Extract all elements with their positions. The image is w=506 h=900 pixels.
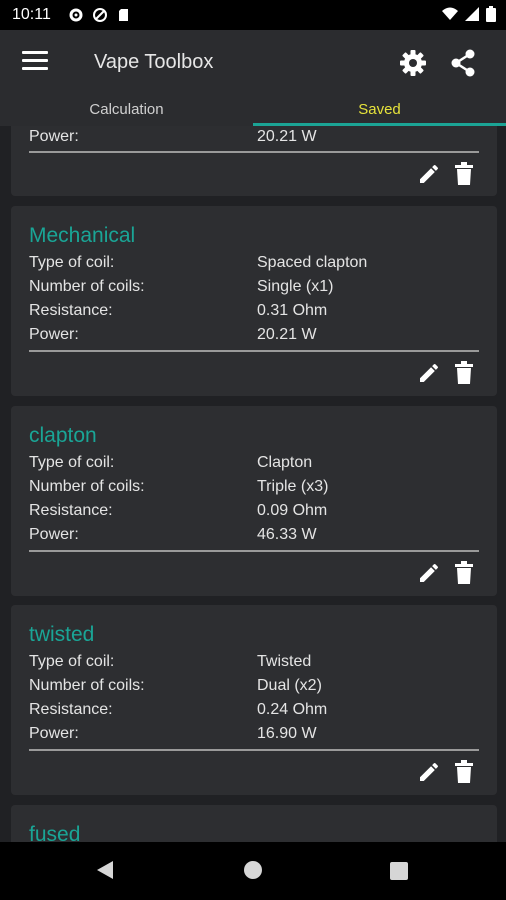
signal-icon — [465, 7, 479, 21]
recent-apps-icon[interactable] — [390, 862, 408, 880]
tab-bar: Calculation Saved — [0, 96, 506, 126]
number-value: Dual (x2) — [257, 677, 322, 694]
resistance-value: 0.31 Ohm — [257, 302, 328, 319]
divider — [29, 151, 479, 153]
battery-icon — [486, 6, 496, 22]
saved-list[interactable]: Power: 20.21 W Mechanical Type of coil: S… — [0, 126, 506, 842]
gear-icon[interactable] — [398, 48, 428, 78]
type-value: Spaced clapton — [257, 254, 368, 271]
type-label: Type of coil: — [29, 653, 115, 670]
wifi-icon — [442, 7, 458, 20]
app-bar: Vape Toolbox — [0, 30, 506, 96]
card-title: clapton — [29, 424, 97, 447]
number-label: Number of coils: — [29, 278, 145, 295]
pencil-icon[interactable] — [417, 162, 441, 186]
power-label: Power: — [29, 526, 79, 543]
divider — [29, 749, 479, 751]
type-value: Twisted — [257, 653, 312, 670]
saved-card-partial-top: Power: 20.21 W — [11, 126, 497, 196]
resistance-value: 0.09 Ohm — [257, 502, 328, 519]
share-icon[interactable] — [448, 48, 478, 78]
back-icon[interactable] — [96, 860, 114, 880]
pencil-icon[interactable] — [417, 760, 441, 784]
trash-icon[interactable] — [454, 361, 474, 385]
resistance-label: Resistance: — [29, 701, 113, 718]
card-title: twisted — [29, 623, 95, 646]
power-value: 16.90 W — [257, 725, 317, 742]
status-time: 10:11 — [12, 6, 51, 23]
power-label: Power: — [29, 725, 79, 742]
card-title: Mechanical — [29, 224, 136, 247]
number-label: Number of coils: — [29, 677, 145, 694]
type-label: Type of coil: — [29, 254, 115, 271]
number-label: Number of coils: — [29, 478, 145, 495]
sd-card-icon — [119, 9, 128, 21]
card-title: fused — [29, 823, 81, 842]
saved-card-partial-bottom: fused — [11, 805, 497, 842]
power-label: Power: — [29, 128, 79, 145]
resistance-value: 0.24 Ohm — [257, 701, 328, 718]
system-nav-bar — [0, 842, 506, 900]
divider — [29, 350, 479, 352]
type-label: Type of coil: — [29, 454, 115, 471]
resistance-label: Resistance: — [29, 302, 113, 319]
data-saver-icon — [93, 8, 107, 22]
trash-icon[interactable] — [454, 561, 474, 585]
power-value: 20.21 W — [257, 326, 317, 343]
number-value: Single (x1) — [257, 278, 334, 295]
settings-status-icon — [69, 8, 83, 22]
tab-calculation[interactable]: Calculation — [0, 96, 253, 126]
saved-card: Mechanical Type of coil: Spaced clapton N… — [11, 206, 497, 396]
pencil-icon[interactable] — [417, 561, 441, 585]
home-icon[interactable] — [244, 861, 262, 879]
divider — [29, 550, 479, 552]
power-value: 20.21 W — [257, 128, 317, 145]
menu-icon[interactable] — [22, 51, 48, 75]
power-value: 46.33 W — [257, 526, 317, 543]
type-value: Clapton — [257, 454, 313, 471]
saved-card: clapton Type of coil: Clapton Number of c… — [11, 406, 497, 596]
trash-icon[interactable] — [454, 162, 474, 186]
saved-card: twisted Type of coil: Twisted Number of c… — [11, 605, 497, 795]
trash-icon[interactable] — [454, 760, 474, 784]
tab-saved[interactable]: Saved — [253, 96, 506, 126]
status-bar: 10:11 — [0, 0, 506, 30]
power-label: Power: — [29, 326, 79, 343]
number-value: Triple (x3) — [257, 478, 329, 495]
app-title: Vape Toolbox — [94, 51, 214, 73]
resistance-label: Resistance: — [29, 502, 113, 519]
pencil-icon[interactable] — [417, 361, 441, 385]
